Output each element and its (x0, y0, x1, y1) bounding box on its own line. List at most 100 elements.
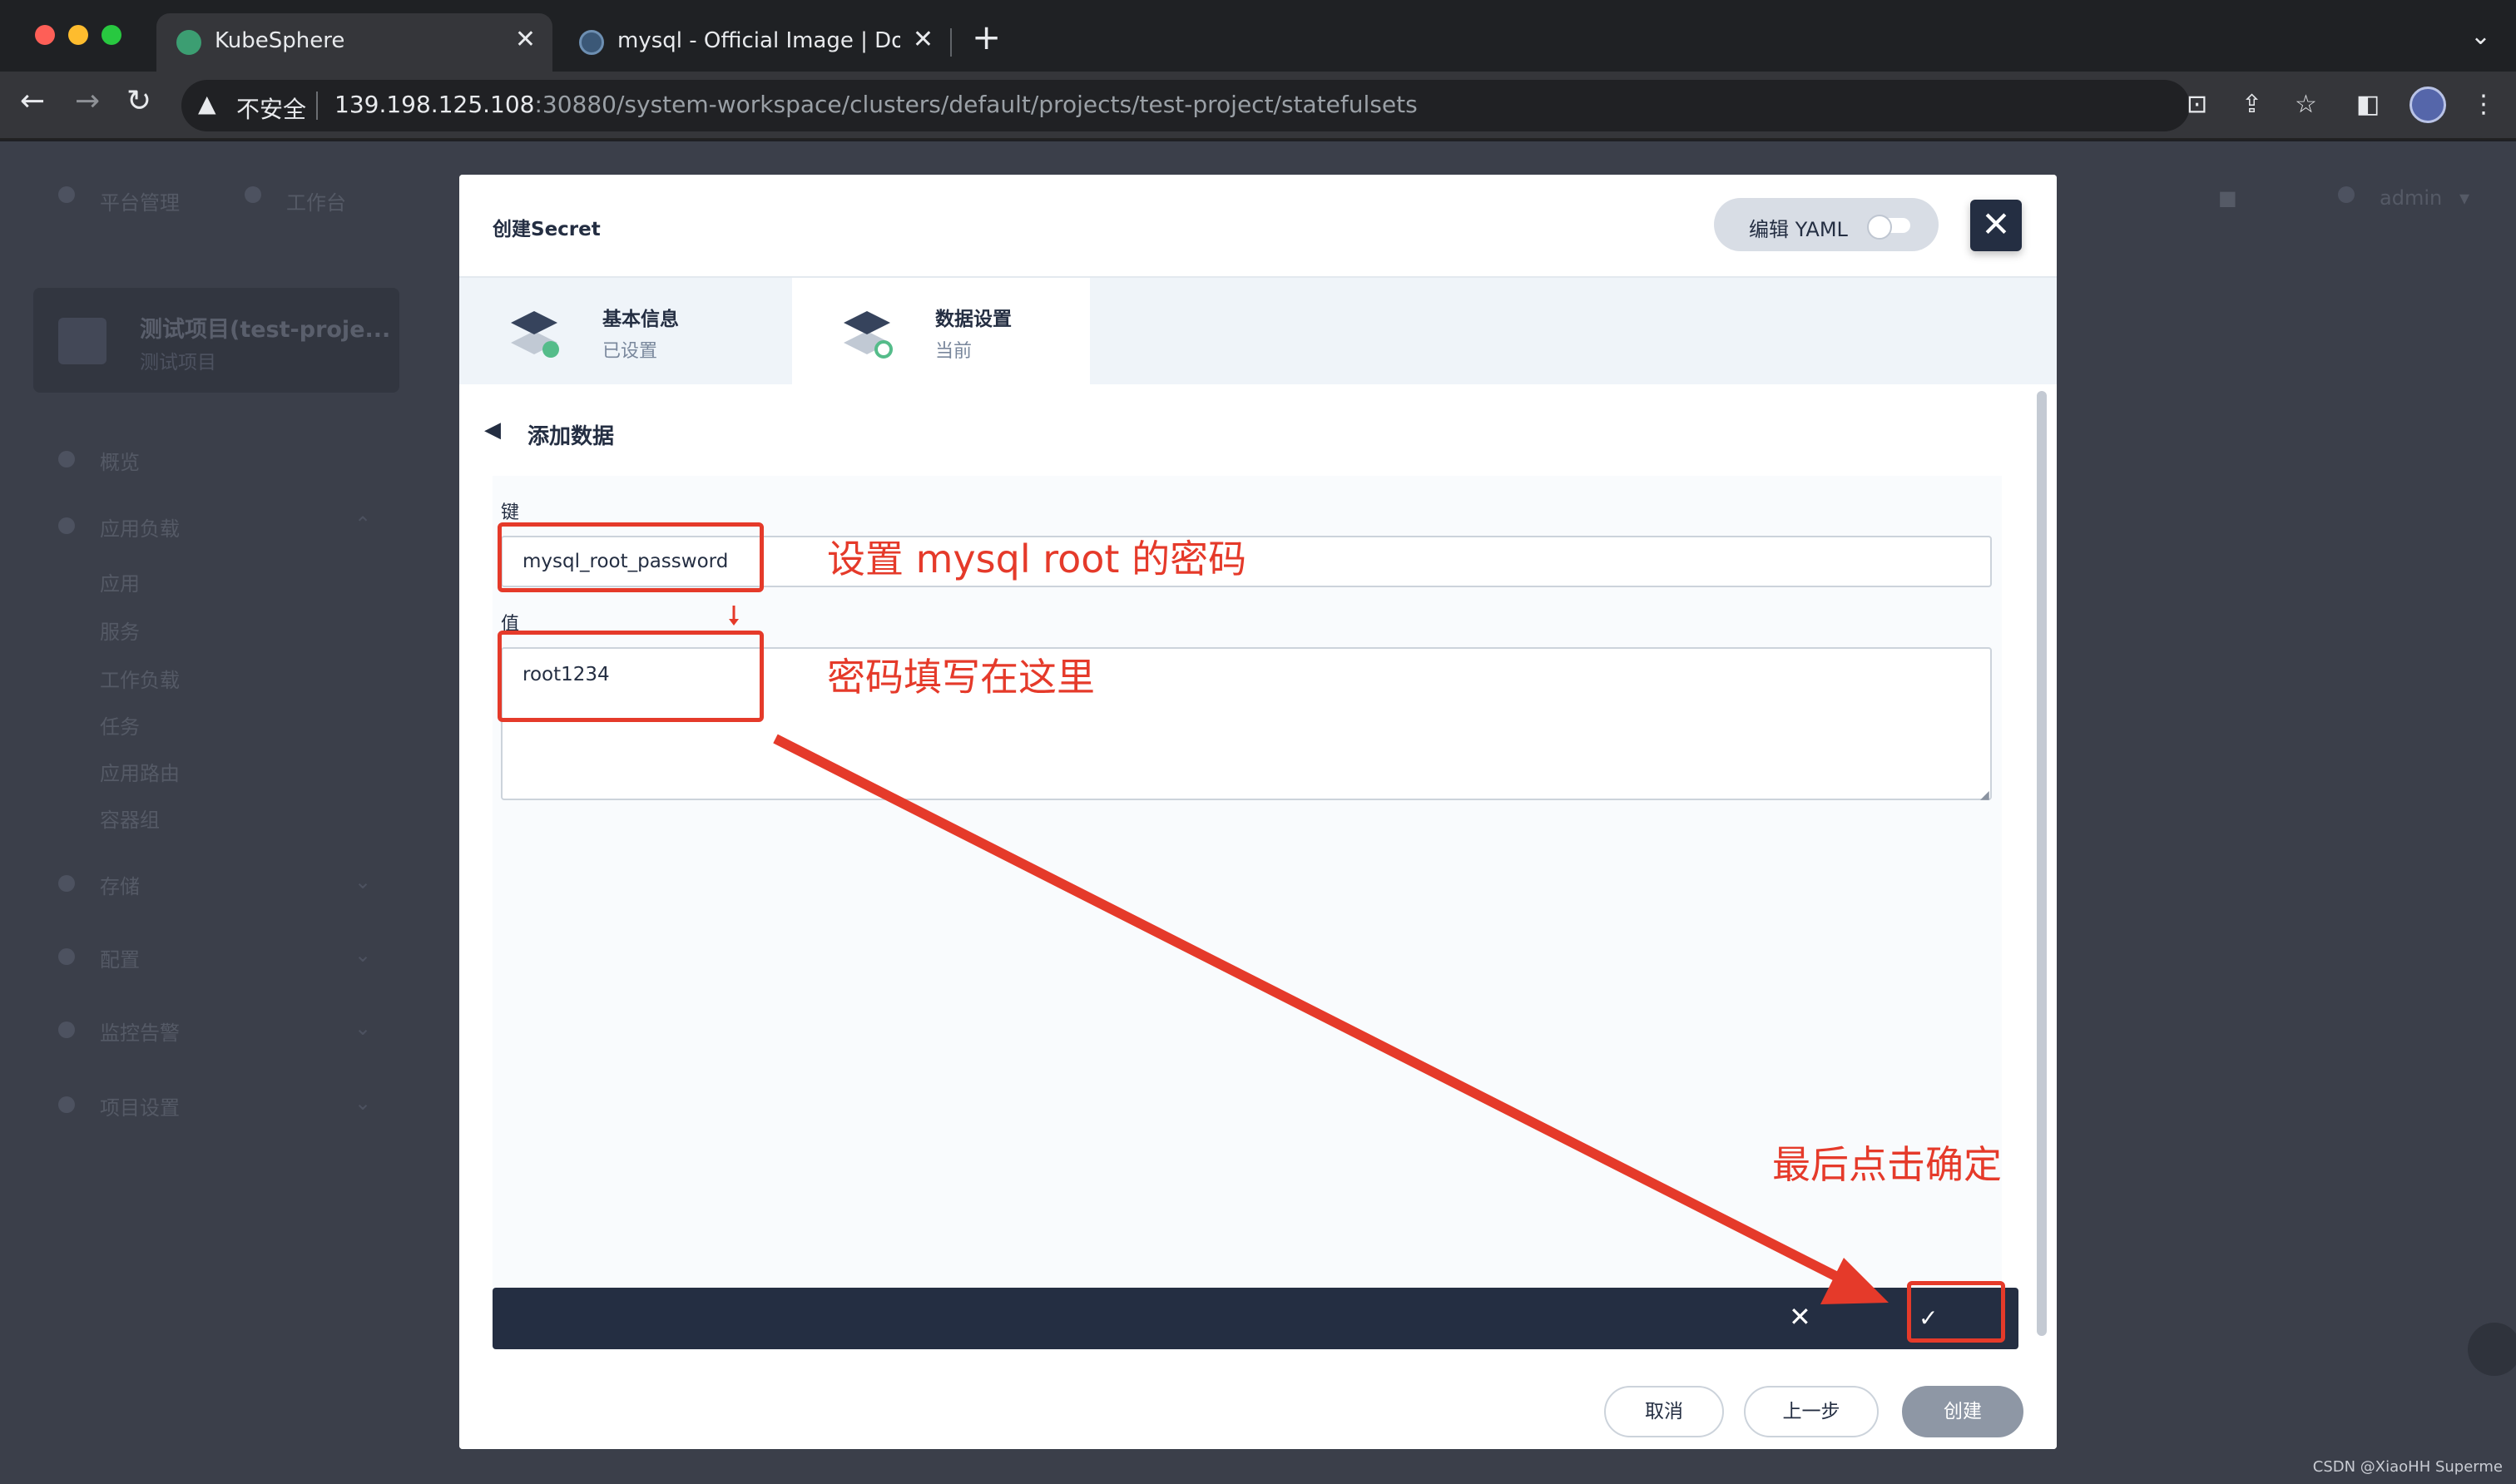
config-icon (58, 948, 75, 965)
platform-icon (58, 186, 75, 203)
chevron-down-icon: ⌄ (354, 943, 372, 967)
modal-header: 创建Secret 编辑 YAML ✕ (459, 175, 2057, 278)
toolbox-fab-button[interactable] (2468, 1323, 2516, 1376)
workbench-icon (245, 186, 261, 203)
kubesphere-favicon-icon (176, 30, 201, 55)
sidebar-item-workloads[interactable]: 工作负载 (100, 664, 180, 693)
resize-grip-icon[interactable]: ◢ (1980, 789, 1989, 802)
window-zoom-button[interactable] (102, 25, 121, 45)
back-arrow-icon: ◀ (484, 418, 501, 443)
csdn-watermark: CSDN @XiaoHH Superme (2312, 1458, 2503, 1476)
modal-title: 创建Secret (493, 219, 601, 240)
step-tabs: 基本信息 已设置 数据设置 当前 (459, 278, 2057, 384)
sidebar-item-project-settings[interactable]: 项目设置 (100, 1091, 180, 1120)
chevron-down-icon: ⌄ (354, 1091, 372, 1115)
security-label[interactable]: 不安全 (236, 92, 306, 125)
monitoring-icon (58, 1021, 75, 1038)
section-title: 添加数据 (527, 424, 615, 449)
step-title: 基本信息 (602, 309, 679, 330)
share-icon[interactable]: ⇪ (2241, 90, 2262, 119)
chevron-up-icon: ⌃ (354, 512, 372, 536)
new-tab-plus-icon[interactable]: + (972, 20, 1001, 55)
chevron-down-icon: ⌄ (354, 1017, 372, 1040)
url-text[interactable]: 139.198.125.108:30880/system-workspace/c… (334, 91, 1418, 118)
chevron-down-icon: ⌄ (354, 870, 372, 893)
project-icon (58, 318, 106, 364)
tab-close-icon[interactable]: ✕ (913, 25, 934, 54)
layers-check-icon (511, 311, 559, 358)
annotation-value-box (498, 631, 764, 722)
sidebar-item-overview[interactable]: 概览 (100, 446, 140, 475)
tab-title: mysql - Official Image | Docker (617, 28, 900, 53)
sidebar-item-config[interactable]: 配置 (100, 943, 140, 972)
cancel-x-icon[interactable]: ✕ (1789, 1301, 1811, 1333)
content-scrollbar[interactable] (2037, 391, 2047, 1336)
profile-avatar[interactable] (2410, 87, 2446, 123)
address-bar[interactable]: ▲ 不安全 139.198.125.108:30880/system-works… (181, 80, 2317, 131)
nav-workbench[interactable]: 工作台 (286, 186, 346, 215)
omnibox-separator (316, 92, 318, 120)
step-status: 已设置 (602, 341, 658, 362)
tab-search-chevron-icon[interactable]: ⌄ (2470, 22, 2491, 51)
annotation-key-box (498, 522, 764, 592)
create-button[interactable]: 创建 (1902, 1386, 2023, 1437)
sidebar-item-jobs[interactable]: 任务 (100, 710, 140, 740)
reload-icon[interactable]: ↻ (126, 87, 151, 116)
sidebar-item-apps[interactable]: 应用 (100, 567, 140, 596)
tab-separator (950, 28, 952, 57)
data-edit-action-bar: ✕ ✓ (493, 1288, 2018, 1349)
translate-icon[interactable]: ⊡ (2187, 90, 2207, 119)
sidebar-item-routes[interactable]: 应用路由 (100, 757, 180, 786)
annotation-confirm-box (1907, 1281, 2005, 1343)
step-basic-info[interactable]: 基本信息 已设置 (459, 278, 792, 384)
project-name: 测试项目(test-proje... (140, 317, 391, 343)
workload-icon (58, 517, 75, 534)
window-minimize-button[interactable] (68, 25, 88, 45)
nav-platform[interactable]: 平台管理 (100, 186, 180, 215)
project-subtitle: 测试项目 (140, 352, 216, 373)
step-title: 数据设置 (935, 309, 1012, 330)
user-name[interactable]: admin (2380, 186, 2442, 210)
browser-toolbar: ← → ↻ ▲ 不安全 139.198.125.108:30880/system… (0, 72, 2516, 140)
window-close-button[interactable] (35, 25, 55, 45)
sidebar-item-monitoring[interactable]: 监控告警 (100, 1017, 180, 1046)
edit-yaml-label: 编辑 YAML (1749, 218, 1848, 241)
tab-kubesphere[interactable]: KubeSphere ✕ (156, 13, 552, 72)
layers-current-icon (844, 311, 893, 359)
docker-favicon-icon (579, 30, 604, 55)
tab-docker-mysql[interactable]: mysql - Official Image | Docker ✕ (559, 13, 950, 72)
sidebar-item-pods[interactable]: 容器组 (100, 804, 160, 833)
toggle-switch-icon (1867, 215, 1910, 240)
step-status: 当前 (935, 341, 973, 362)
overview-icon (58, 451, 75, 467)
url-host: 139.198.125.108 (334, 91, 535, 118)
browser-tab-bar: KubeSphere ✕ mysql - Official Image | Do… (0, 0, 2516, 72)
create-secret-modal: 创建Secret 编辑 YAML ✕ 基本信息 已设置 数据设置 当前 ◀ 添加… (459, 175, 2057, 1449)
key-label: 键 (501, 502, 520, 523)
warning-triangle-icon: ▲ (198, 90, 216, 117)
storage-icon (58, 875, 75, 892)
sidebar-item-services[interactable]: 服务 (100, 616, 140, 645)
url-path: :30880/system-workspace/clusters/default… (534, 91, 1418, 118)
project-card[interactable]: 测试项目(test-proje... 测试项目 (33, 288, 399, 393)
tab-close-icon[interactable]: ✕ (515, 25, 536, 54)
edit-yaml-toggle[interactable]: 编辑 YAML (1714, 198, 1939, 251)
modal-footer: 取消 上一步 创建 (459, 1383, 2057, 1449)
notification-icon[interactable]: ■ (2218, 186, 2237, 210)
settings-gear-icon (58, 1096, 75, 1113)
forward-arrow-icon[interactable]: → (75, 87, 100, 116)
previous-step-button[interactable]: 上一步 (1744, 1386, 1879, 1437)
modal-close-button[interactable]: ✕ (1970, 200, 2022, 251)
tab-title: KubeSphere (215, 28, 345, 53)
user-chevron-icon[interactable]: ▾ (2459, 186, 2469, 210)
sidebar-item-app-workloads[interactable]: 应用负载 (100, 512, 180, 542)
sidebar-item-storage[interactable]: 存储 (100, 870, 140, 899)
browser-menu-icon[interactable]: ⋮ (2471, 90, 2496, 119)
bookmark-star-icon[interactable]: ☆ (2295, 90, 2317, 119)
annotation-confirm-note: 最后点击确定 (1772, 1142, 2002, 1187)
cancel-button[interactable]: 取消 (1604, 1386, 1724, 1437)
annotation-key-note: 设置 mysql root 的密码 (827, 537, 1247, 581)
step-data-settings[interactable]: 数据设置 当前 (792, 278, 1090, 384)
side-panel-icon[interactable]: ◧ (2356, 90, 2380, 119)
back-arrow-icon[interactable]: ← (20, 87, 45, 116)
